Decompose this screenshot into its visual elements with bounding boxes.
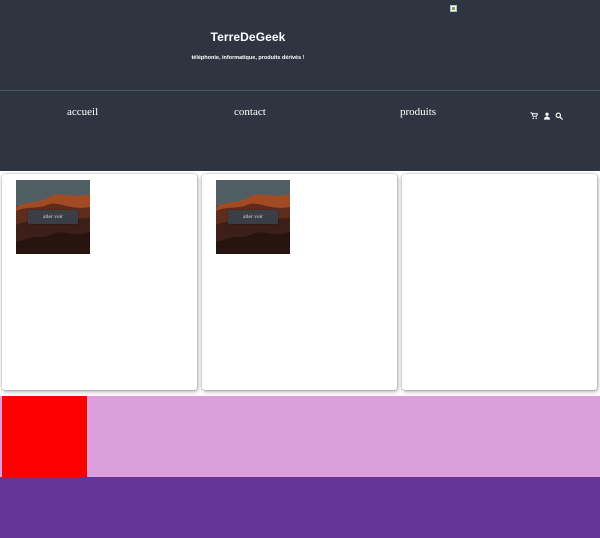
- purple-band: [0, 477, 600, 538]
- product-card: aller voir: [202, 174, 397, 390]
- site-header: TerreDeGeek téléphonie, informatique, pr…: [0, 0, 600, 171]
- shopping-cart-icon[interactable]: [530, 112, 538, 120]
- product-thumbnail: aller voir: [216, 180, 290, 254]
- brand-block: TerreDeGeek téléphonie, informatique, pr…: [130, 30, 366, 61]
- pink-band: [0, 396, 600, 477]
- aller-voir-button[interactable]: aller voir: [228, 210, 278, 224]
- nav-link-contact[interactable]: contact: [234, 106, 266, 118]
- header-icons: [530, 112, 564, 122]
- broken-image-icon: [450, 5, 457, 12]
- red-block: [2, 396, 87, 477]
- site-title: TerreDeGeek: [210, 30, 286, 44]
- product-card: aller voir: [2, 174, 197, 390]
- search-icon[interactable]: [555, 112, 563, 120]
- site-tagline: téléphonie, informatique, produits dériv…: [191, 55, 305, 61]
- user-icon[interactable]: [543, 112, 551, 120]
- aller-voir-button[interactable]: aller voir: [28, 210, 78, 224]
- nav-link-produits[interactable]: produits: [400, 106, 436, 118]
- nav-link-accueil[interactable]: accueil: [67, 106, 98, 118]
- header-divider: [0, 90, 600, 91]
- product-thumbnail: aller voir: [16, 180, 90, 254]
- product-card: [402, 174, 597, 390]
